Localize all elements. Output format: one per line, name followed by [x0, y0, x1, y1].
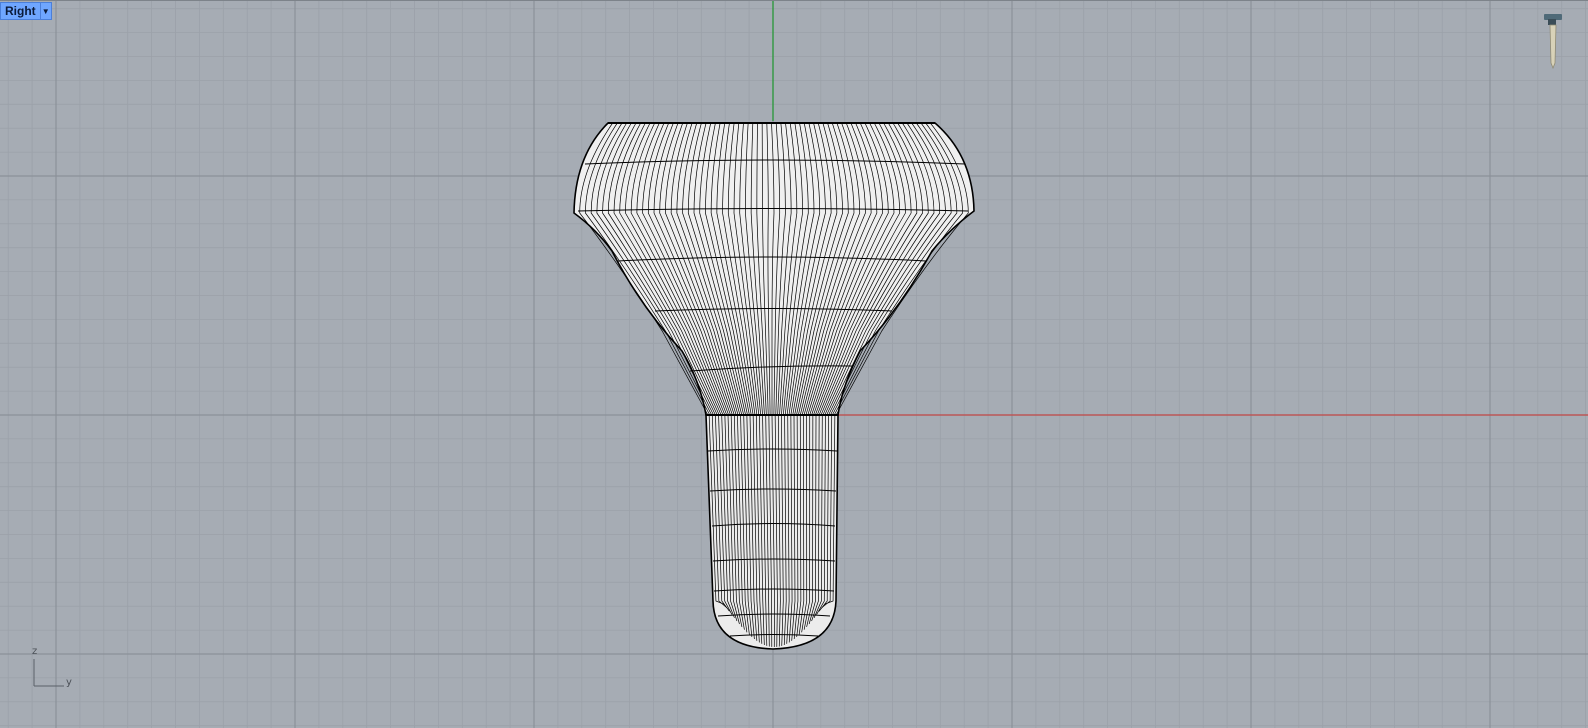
viewport-canvas[interactable]: [0, 1, 1588, 728]
dropdown-arrow-icon[interactable]: ▼: [39, 3, 51, 19]
viewport-right[interactable]: Right ▼ z y: [0, 0, 1588, 728]
wireframe-object[interactable]: [573, 122, 975, 650]
pushpin-icon[interactable]: [1540, 11, 1566, 69]
axis-indicator: z y: [28, 646, 88, 699]
viewport-title-tab[interactable]: Right ▼: [0, 2, 52, 20]
viewport-title-label[interactable]: Right: [1, 3, 40, 19]
axis-label-z: z: [32, 646, 38, 657]
axis-label-y: y: [66, 677, 72, 688]
